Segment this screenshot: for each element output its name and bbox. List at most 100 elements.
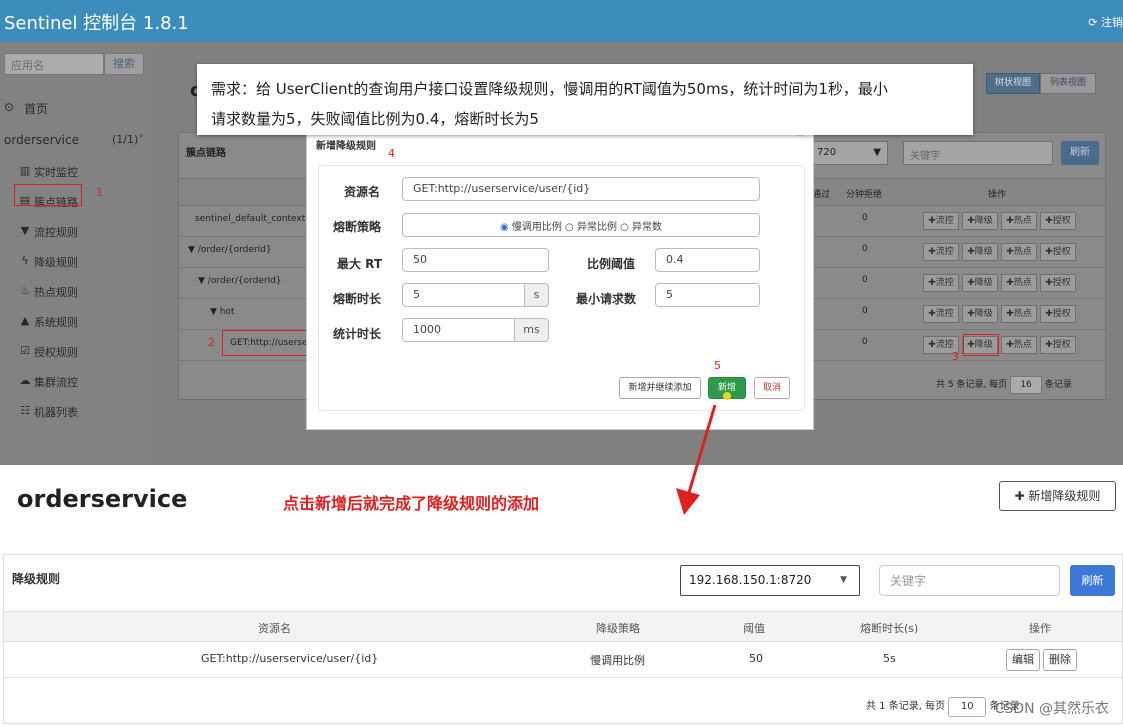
degrade-panel-title: 降级规则: [12, 572, 61, 586]
cluster-keyword-input[interactable]: 关键字: [903, 141, 1053, 165]
caret-down-icon: ▼: [873, 147, 881, 158]
sidebar-item-label: 授权规则: [34, 346, 78, 359]
cluster-op-button[interactable]: ✚流控: [923, 305, 959, 323]
app-search-button[interactable]: 搜索: [104, 53, 144, 75]
grid-icon: ☷: [20, 404, 30, 417]
chevron-down-icon: ˅: [138, 133, 144, 146]
marker-5: 5: [714, 359, 721, 372]
sidebar-item-2[interactable]: ▼ 流控规则: [0, 216, 156, 246]
app-search-input[interactable]: 应用名: [4, 53, 104, 75]
sidebar-item-label: 机器列表: [34, 406, 78, 419]
min-request-input[interactable]: 5: [655, 283, 760, 307]
break-unit-addon: s: [525, 283, 549, 307]
cluster-op-button[interactable]: ✚授权: [1040, 274, 1076, 292]
cluster-row-name: sentinel_default_context: [195, 214, 306, 224]
cluster-op-button[interactable]: ✚降级: [962, 305, 998, 323]
annotation-text: 点击新增后就完成了降级规则的添加: [283, 494, 540, 513]
cluster-op-button[interactable]: ✚降级: [962, 212, 998, 230]
sidebar-item-7[interactable]: ☁ 集群流控: [0, 366, 156, 396]
cluster-op-button[interactable]: ✚热点: [1001, 243, 1037, 261]
sidebar-app-orderservice[interactable]: orderservice (1/1)˅: [0, 125, 156, 155]
sidebar-item-5[interactable]: ▲ 系统规则: [0, 306, 156, 336]
cluster-op-button[interactable]: ✚热点: [1001, 336, 1037, 354]
sidebar-item-0[interactable]: ▥ 实时监控: [0, 156, 156, 186]
lock-icon: ▲: [20, 314, 30, 327]
cluster-ip-select[interactable]: 720 ▼: [812, 141, 888, 165]
watermark: CSDN @其然乐衣: [994, 701, 1109, 717]
resource-input[interactable]: GET:http://userservice/user/{id}: [402, 177, 760, 201]
cluster-op-button[interactable]: ✚流控: [923, 212, 959, 230]
cluster-refresh-button[interactable]: 刷新: [1061, 141, 1099, 165]
delete-button[interactable]: 删除: [1043, 649, 1077, 671]
strategy-radio-group: ◉ 慢调用比例 ○ 异常比例 ○ 异常数: [402, 213, 760, 237]
cluster-row-name: ▼ /order/{orderId}: [198, 276, 282, 286]
sidebar-item-home[interactable]: ⊙ 首页: [0, 92, 156, 122]
keyword-input[interactable]: 关键字: [879, 565, 1060, 596]
stat-duration-label: 统计时长: [333, 327, 382, 341]
cluster-op-button[interactable]: ✚降级: [962, 243, 998, 261]
col-reject: 分钟拒绝: [846, 190, 883, 200]
stat-duration-input[interactable]: 1000: [402, 318, 515, 342]
cluster-page-size-input[interactable]: 16: [1010, 376, 1043, 394]
list-view-button[interactable]: 列表视图: [1040, 73, 1096, 94]
logout-link[interactable]: ⟳ 注销: [1088, 14, 1123, 30]
strategy-radio-count[interactable]: ○ 异常数: [620, 222, 662, 233]
check-icon: ☑: [20, 344, 30, 357]
highlight-box-1: [14, 184, 82, 206]
add-degrade-rule-button[interactable]: ✚ 新增降级规则: [999, 481, 1116, 511]
red-arrow-icon: [676, 404, 717, 515]
cluster-op-button[interactable]: ✚热点: [1001, 305, 1037, 323]
cluster-row-name: ▼ /order/{orderId}: [188, 245, 272, 255]
row-strategy: 慢调用比例: [590, 654, 645, 667]
sidebar-item-3[interactable]: ϟ 降级规则: [0, 246, 156, 276]
cursor-indicator: [723, 392, 731, 400]
cluster-op-button[interactable]: ✚授权: [1040, 305, 1076, 323]
strategy-radio-slow[interactable]: ◉ 慢调用比例: [500, 222, 562, 233]
callout-line-1: 需求：给 UserClient的查询用户接口设置降级规则，慢调用的RT阈值为50…: [211, 80, 888, 98]
row-duration: 5s: [883, 652, 896, 665]
ratio-label: 比例阈值: [587, 257, 636, 271]
cluster-panel-title: 簇点链路: [186, 148, 226, 159]
ratio-input[interactable]: 0.4: [655, 248, 760, 272]
cluster-op-button[interactable]: ✚流控: [923, 243, 959, 261]
sidebar-item-label: 降级规则: [34, 256, 78, 269]
refresh-button[interactable]: 刷新: [1070, 565, 1115, 596]
cluster-op-button[interactable]: ✚热点: [1001, 212, 1037, 230]
sidebar-item-6[interactable]: ☑ 授权规则: [0, 336, 156, 366]
sidebar-home-label: 首页: [24, 102, 49, 116]
sidebar-item-8[interactable]: ☷ 机器列表: [0, 396, 156, 426]
marker-4: 4: [388, 147, 395, 160]
sidebar-item-4[interactable]: ♨ 热点规则: [0, 276, 156, 306]
cancel-button[interactable]: 取消: [754, 377, 790, 399]
resource-label: 资源名: [344, 185, 381, 199]
ip-select[interactable]: 192.168.150.1:8720 ▼: [680, 565, 860, 596]
cluster-row-reject: 0: [862, 337, 868, 347]
cluster-op-button[interactable]: ✚授权: [1040, 243, 1076, 261]
cluster-pagination: 共 5 条记录, 每页 16 条记录: [936, 376, 1072, 394]
cluster-op-button[interactable]: ✚流控: [923, 274, 959, 292]
modal-title: 新增降级规则: [316, 141, 376, 152]
break-duration-input[interactable]: 5: [402, 283, 525, 307]
page-size-input[interactable]: 10: [948, 697, 987, 717]
degrade-table-header: [4, 611, 1122, 642]
cloud-icon: ☁: [19, 374, 31, 387]
cluster-op-button[interactable]: ✚降级: [962, 274, 998, 292]
app-title: Sentinel 控制台 1.8.1: [4, 13, 189, 34]
add-and-continue-button[interactable]: 新增并继续添加: [619, 377, 701, 399]
sidebar-item-label: 系统规则: [34, 316, 78, 329]
cluster-op-button[interactable]: ✚授权: [1040, 212, 1076, 230]
home-icon: ⊙: [3, 100, 15, 114]
tree-view-button[interactable]: 树状视图: [986, 73, 1040, 94]
cluster-row-reject: 0: [862, 244, 868, 254]
cluster-op-button[interactable]: ✚授权: [1040, 336, 1076, 354]
edit-button[interactable]: 编辑: [1006, 649, 1040, 671]
min-request-label: 最小请求数: [576, 292, 637, 306]
cluster-op-button[interactable]: ✚热点: [1001, 274, 1037, 292]
max-rt-input[interactable]: 50: [402, 248, 549, 272]
callout-line-2: 请求数量为5，失败阈值比例为0.4，熔断时长为5: [211, 110, 539, 128]
strategy-radio-ratio[interactable]: ○ 异常比例: [565, 222, 617, 233]
col-strategy: 降级策略: [596, 622, 640, 635]
highlight-box-2: [222, 330, 310, 356]
col-threshold: 阈值: [743, 622, 765, 635]
row-threshold: 50: [749, 652, 763, 665]
